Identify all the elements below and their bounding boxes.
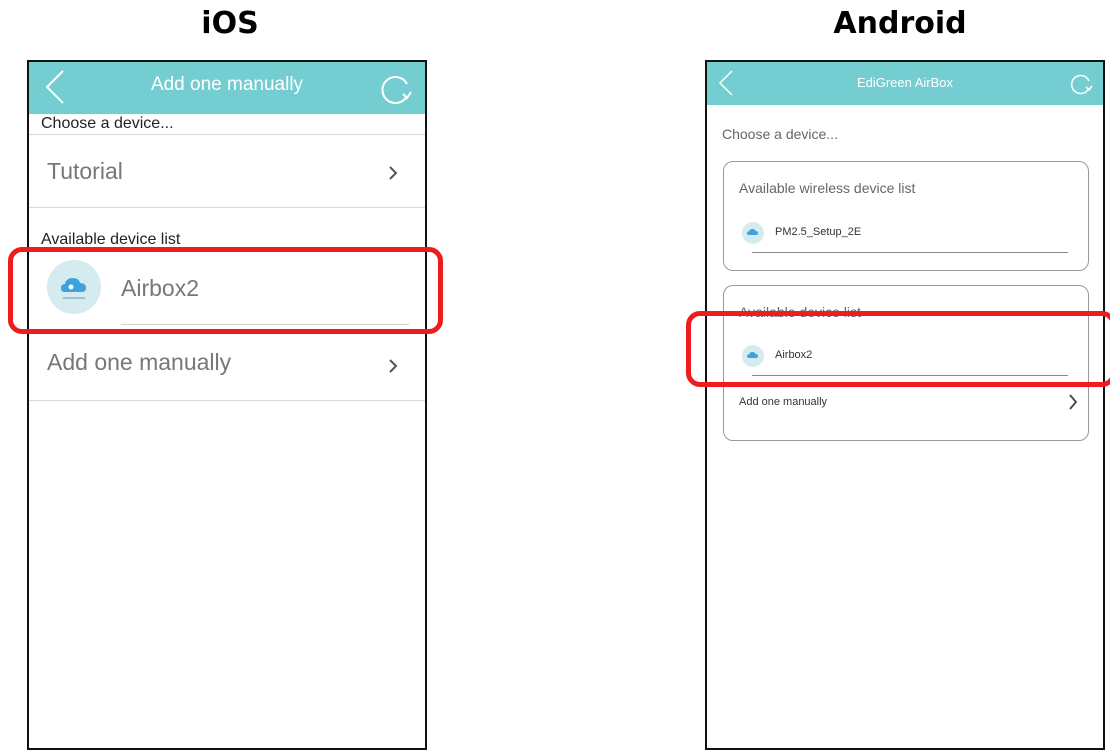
- android-toolbar: EdiGreen AirBox: [707, 62, 1103, 105]
- android-heading: Android: [833, 6, 967, 41]
- wireless-device-row[interactable]: PM2.5_Setup_2E: [739, 218, 1068, 256]
- ios-choose-device-label: Choose a device...: [41, 115, 174, 132]
- ios-page-title: Add one manually: [150, 74, 304, 95]
- chevron-right-icon: [1069, 394, 1078, 410]
- divider: [29, 400, 425, 401]
- add-manually-label: Add one manually: [47, 349, 232, 375]
- wireless-device-list-label: Available wireless device list: [739, 180, 916, 196]
- ios-tutorial-row[interactable]: Tutorial: [29, 135, 425, 207]
- highlight-box: [8, 247, 443, 334]
- ios-screen: Add one manually Choose a device... Tuto…: [27, 60, 427, 750]
- chevron-right-icon: [389, 359, 398, 373]
- cloud-device-icon: [747, 229, 758, 235]
- divider: [29, 207, 425, 208]
- ios-add-manually-row[interactable]: Add one manually: [29, 330, 425, 400]
- chevron-right-icon: [389, 166, 398, 180]
- android-add-manually-row[interactable]: Add one manually: [739, 390, 1078, 416]
- highlight-box: [686, 311, 1110, 387]
- wireless-device-card: Available wireless device list PM2.5_Set…: [723, 161, 1089, 271]
- refresh-icon[interactable]: [1069, 72, 1093, 96]
- tutorial-label: Tutorial: [47, 158, 123, 184]
- ios-navigation-bar: Add one manually: [29, 62, 425, 114]
- android-page-title: EdiGreen AirBox: [856, 75, 954, 90]
- divider: [752, 252, 1068, 253]
- android-screen: EdiGreen AirBox Choose a device... Avail…: [705, 60, 1105, 750]
- refresh-icon[interactable]: [379, 72, 413, 106]
- ios-heading: iOS: [201, 6, 259, 41]
- add-manually-label: Add one manually: [739, 396, 828, 408]
- android-choose-device-label: Choose a device...: [722, 126, 838, 142]
- device-avatar: [742, 222, 764, 244]
- wireless-device-name: PM2.5_Setup_2E: [775, 226, 862, 238]
